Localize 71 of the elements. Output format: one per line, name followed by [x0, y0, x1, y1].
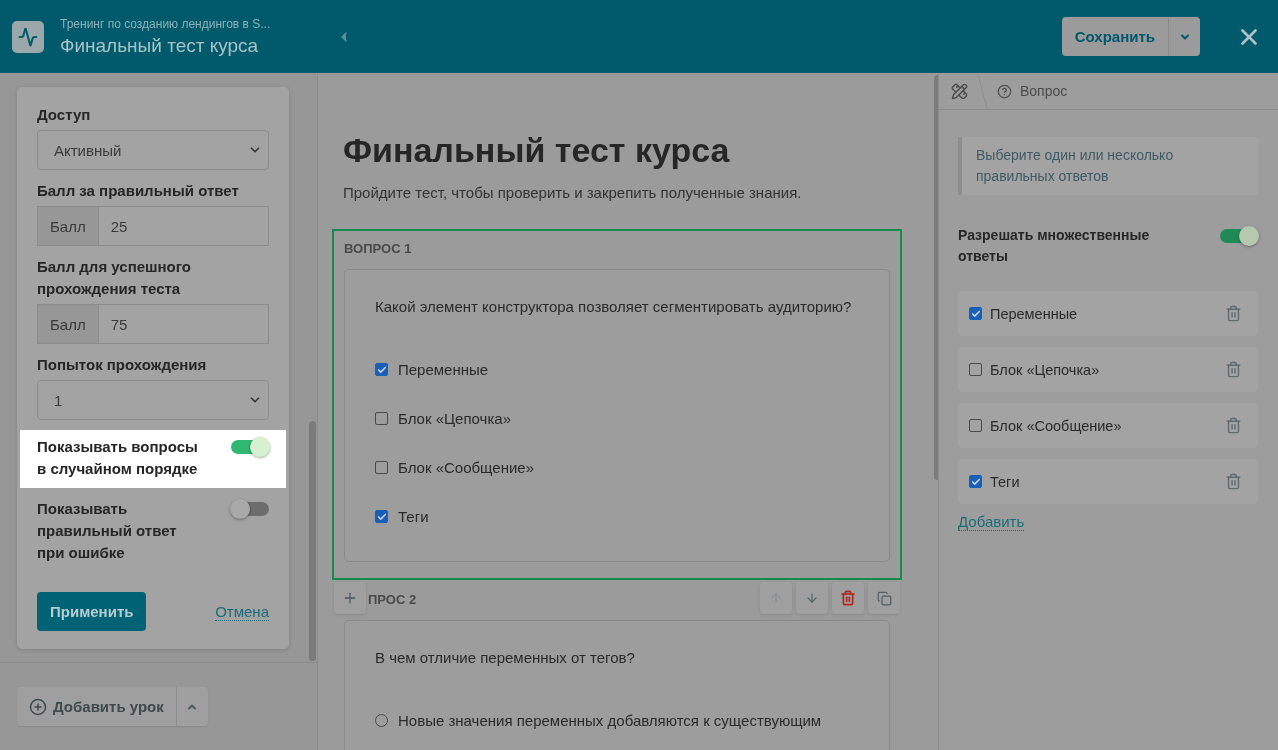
checkbox[interactable] [969, 419, 982, 432]
delete-button[interactable] [1225, 417, 1242, 434]
test-description: Пройдите тест, чтобы проверить и закрепить полученные знания. [343, 184, 803, 201]
trash-icon [1225, 361, 1242, 378]
field-label: Балл за правильный ответ [37, 181, 240, 201]
trash-icon [840, 590, 856, 606]
delete-button[interactable] [1225, 305, 1242, 322]
toggle-label: Разрешать множественные ответы [958, 226, 1151, 266]
trash-icon [1225, 305, 1242, 322]
scrollbar[interactable] [309, 421, 316, 661]
toggle-switch[interactable] [231, 502, 269, 516]
answer-text: Теги [398, 508, 429, 525]
check-icon [970, 476, 981, 487]
question-text: В чем отличие переменных от тегов? [375, 649, 636, 666]
answer-text: Переменные [398, 361, 489, 378]
help-icon [997, 83, 1012, 99]
toggle-label: Показывать вопросы в случайном порядке [37, 437, 199, 479]
input-field[interactable]: Балл 75 [37, 304, 269, 344]
delete-button[interactable] [832, 582, 864, 614]
design-icon[interactable] [951, 82, 968, 100]
checkbox[interactable] [969, 475, 982, 488]
copy-icon [876, 590, 892, 606]
answer-text: Блок «Сообщение» [398, 459, 534, 476]
pulse-icon [12, 20, 44, 53]
question-block[interactable]: ВОПРОС 1 Какой элемент конструктора позволяет сегментировать аудиторию? Переменные Блок «Цепочка» Блок «Сообщение» Теги [332, 229, 902, 580]
trash-icon [1225, 473, 1242, 490]
cancel-link[interactable]: Отмена [215, 602, 269, 621]
copy-button[interactable] [868, 582, 900, 614]
field-label: Попыток прохождения [37, 355, 208, 375]
question-label: ВОПРОС 1 [344, 241, 412, 256]
add-link[interactable]: Добавить [958, 513, 1025, 531]
checkbox[interactable] [969, 307, 982, 320]
hint-text: Выберите один или несколько правильных ответов [958, 137, 1258, 195]
checkbox[interactable] [375, 363, 388, 376]
question-block[interactable]: ПРОС 2 В чем отличие переменных от тегов? Новые значения переменных добавляются к существующим [332, 580, 902, 750]
trash-icon [1225, 417, 1242, 434]
answer-text: Теги [990, 473, 1021, 490]
delete-button[interactable] [1225, 473, 1242, 490]
delete-button[interactable] [1225, 361, 1242, 378]
answer-text: Блок «Цепочка» [398, 410, 511, 427]
page-title: Финальный тест курса [60, 34, 260, 57]
toggle-switch[interactable] [231, 440, 269, 454]
input-field[interactable]: Балл 25 [37, 206, 269, 246]
test-title: Финальный тест курса [343, 131, 731, 170]
check-icon [970, 308, 981, 319]
breadcrumb[interactable]: Вопрос [1020, 83, 1068, 99]
toggle-label: Показывать правильный ответ при ошибке [37, 499, 178, 563]
answer-text: Переменные [990, 305, 1079, 322]
plus-icon [342, 590, 358, 606]
question-label: ПРОС 2 [368, 592, 417, 607]
question-text: Какой элемент конструктора позволяет сегментировать аудиторию? [375, 298, 853, 315]
answer-text: Блок «Цепочка» [990, 361, 1101, 378]
checkbox[interactable] [969, 363, 982, 376]
field-label: Балл для успешного прохождения теста [37, 257, 192, 299]
select-field[interactable]: 1 [37, 380, 269, 420]
move-down-button[interactable] [796, 582, 828, 614]
plus-circle-icon [29, 697, 47, 716]
checkbox[interactable] [375, 412, 388, 425]
answer-text: Блок «Сообщение» [990, 417, 1123, 434]
add-button[interactable] [334, 582, 366, 614]
answer-text: Новые значения переменных добавляются к существующим [398, 712, 822, 729]
select-field[interactable]: Активный [37, 130, 269, 170]
field-label: Доступ [37, 105, 92, 125]
apply-button[interactable]: Применить [37, 592, 147, 631]
arrow-down-icon [805, 591, 819, 605]
checkbox[interactable] [375, 461, 388, 474]
toggle-switch[interactable] [1220, 229, 1258, 243]
check-icon [376, 511, 387, 522]
check-icon [376, 364, 387, 375]
breadcrumb[interactable]: Тренинг по созданию лендингов в S... [60, 16, 320, 31]
checkbox[interactable] [375, 510, 388, 523]
